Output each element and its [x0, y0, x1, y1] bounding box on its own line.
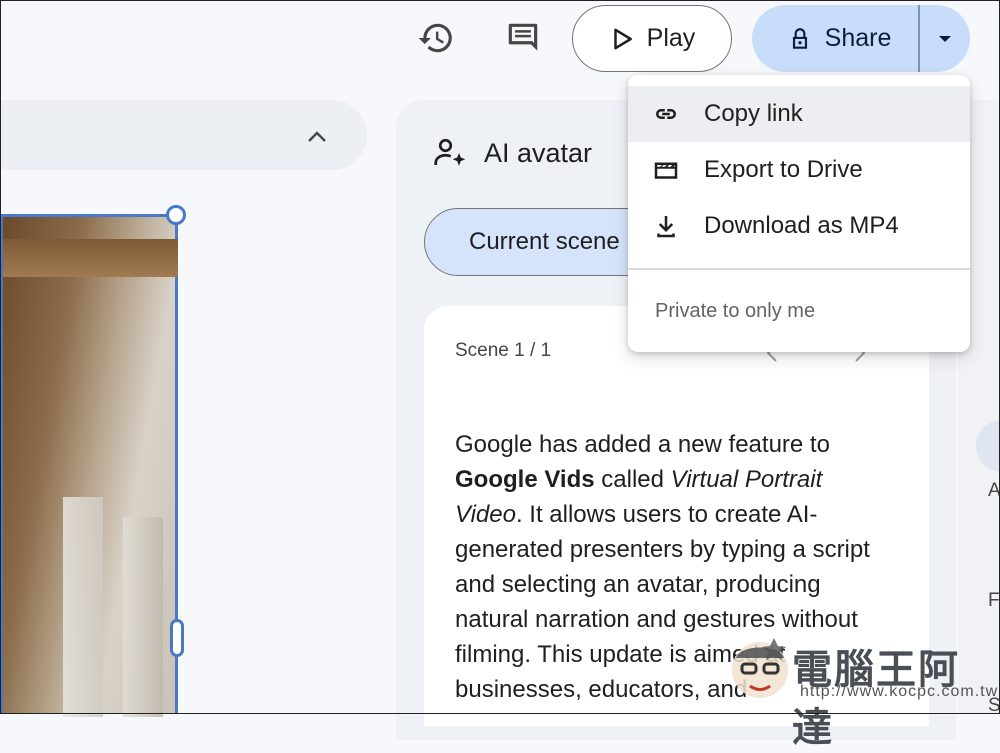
right-panel-letter: F [988, 590, 1000, 611]
share-button[interactable]: Share [752, 5, 918, 72]
comment-icon[interactable] [503, 18, 543, 58]
lock-icon [792, 27, 807, 49]
menu-divider [628, 268, 970, 270]
share-button-group: Share [752, 5, 970, 72]
script-italic: Virtual Portrait [670, 466, 823, 493]
watermark-mascot-icon [732, 638, 788, 698]
current-scene-label: Current scene [469, 228, 620, 255]
play-icon [613, 28, 632, 49]
download-icon [657, 216, 675, 238]
menu-item-label: Download as MP4 [704, 212, 899, 239]
menu-item-label: Export to Drive [704, 156, 863, 183]
clapperboard-icon [654, 162, 678, 179]
panel-title-text: AI avatar [484, 137, 593, 168]
scene-counter: Scene 1 / 1 [455, 340, 552, 361]
avatar-video-frame[interactable] [0, 214, 178, 717]
share-menu: Copy link Export to Drive Download as MP… [628, 75, 970, 352]
window-light [63, 497, 103, 717]
menu-item-download-mp4[interactable]: Download as MP4 [628, 198, 970, 254]
share-dropdown-button[interactable] [920, 5, 971, 72]
script-segment: called [594, 466, 671, 493]
script-bold: Google Vids [455, 466, 595, 493]
window-light [123, 517, 163, 717]
menu-item-export-drive[interactable]: Export to Drive [628, 142, 970, 198]
history-icon[interactable] [416, 18, 456, 58]
play-button[interactable]: Play [572, 5, 732, 72]
privacy-status: Private to only me [655, 300, 816, 322]
menu-item-copy-link[interactable]: Copy link [628, 86, 970, 142]
chevron-up-icon [308, 131, 326, 142]
script-segment: Google has added a new feature to [455, 431, 830, 458]
watermark-url: http://www.kocpc.com.tw [800, 683, 999, 700]
resize-handle-corner[interactable] [166, 205, 186, 225]
avatar-sparkle-icon [434, 138, 466, 166]
resize-handle-side[interactable] [170, 619, 184, 657]
right-panel-letter: A [988, 480, 1000, 501]
collapse-button[interactable] [300, 120, 334, 154]
play-label: Play [646, 24, 696, 52]
dropdown-arrow-icon [938, 35, 951, 42]
link-icon [656, 109, 676, 119]
script-italic: Video [455, 501, 516, 528]
ceiling-beam [3, 239, 178, 277]
menu-item-label: Copy link [704, 100, 803, 127]
share-label: Share [824, 24, 892, 52]
panel-title: AI avatar [432, 135, 592, 171]
